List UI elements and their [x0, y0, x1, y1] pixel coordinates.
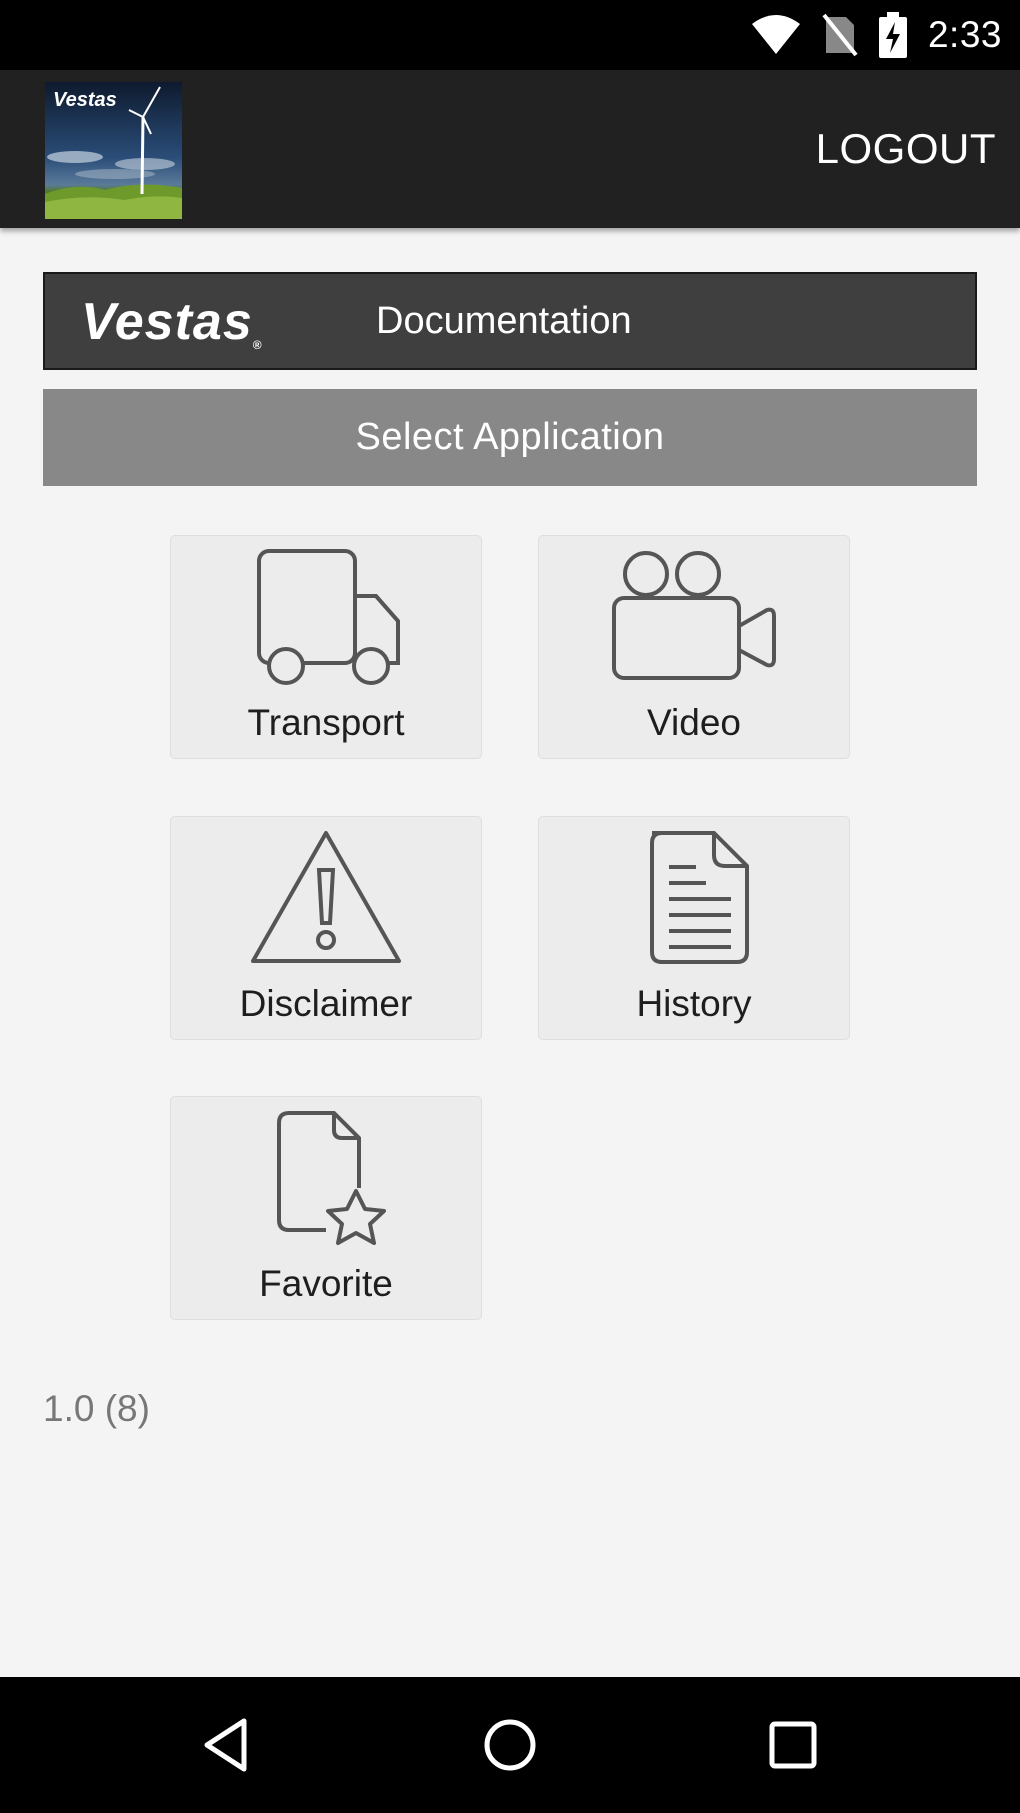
truck-icon — [171, 542, 481, 690]
tile-label: Disclaimer — [239, 983, 413, 1024]
select-application-header: Select Application — [43, 389, 977, 486]
clock: 2:33 — [927, 14, 1002, 55]
document-icon — [539, 823, 849, 971]
page-title: Documentation — [376, 299, 632, 342]
tile-video[interactable]: Video — [538, 535, 850, 759]
warning-icon — [171, 823, 481, 971]
status-icons: 2:33 — [750, 0, 1002, 70]
favorite-document-icon — [171, 1103, 481, 1251]
tile-history[interactable]: History — [538, 816, 850, 1040]
no-sim-icon — [822, 13, 858, 57]
vestas-logo-text: Vestas — [81, 293, 253, 351]
battery-charging-icon — [878, 12, 907, 58]
status-bar: 2:33 — [0, 0, 1020, 70]
navigation-bar — [0, 1677, 1020, 1813]
vestas-logo: Vestas® — [81, 293, 263, 352]
video-camera-icon — [539, 542, 849, 690]
vestas-turbine-logo: Vestas — [45, 82, 182, 219]
logout-button[interactable]: LOGOUT — [816, 70, 996, 228]
tile-label: Video — [647, 702, 741, 743]
wifi-icon — [751, 15, 800, 54]
tile-label: Transport — [247, 702, 405, 743]
tile-label: Favorite — [259, 1263, 393, 1304]
recents-icon[interactable] — [723, 1677, 863, 1813]
back-icon[interactable] — [157, 1677, 297, 1813]
home-icon[interactable] — [440, 1677, 580, 1813]
tile-label: History — [636, 983, 752, 1024]
tile-transport[interactable]: Transport — [170, 535, 482, 759]
version-label: 1.0 (8) — [43, 1388, 150, 1429]
tile-disclaimer[interactable]: Disclaimer — [170, 816, 482, 1040]
app-bar: Vestas LOGOUT — [0, 70, 1020, 228]
documentation-banner: Vestas® Documentation — [43, 272, 977, 370]
logo-text: Vestas — [53, 89, 117, 111]
tile-favorite[interactable]: Favorite — [170, 1096, 482, 1320]
